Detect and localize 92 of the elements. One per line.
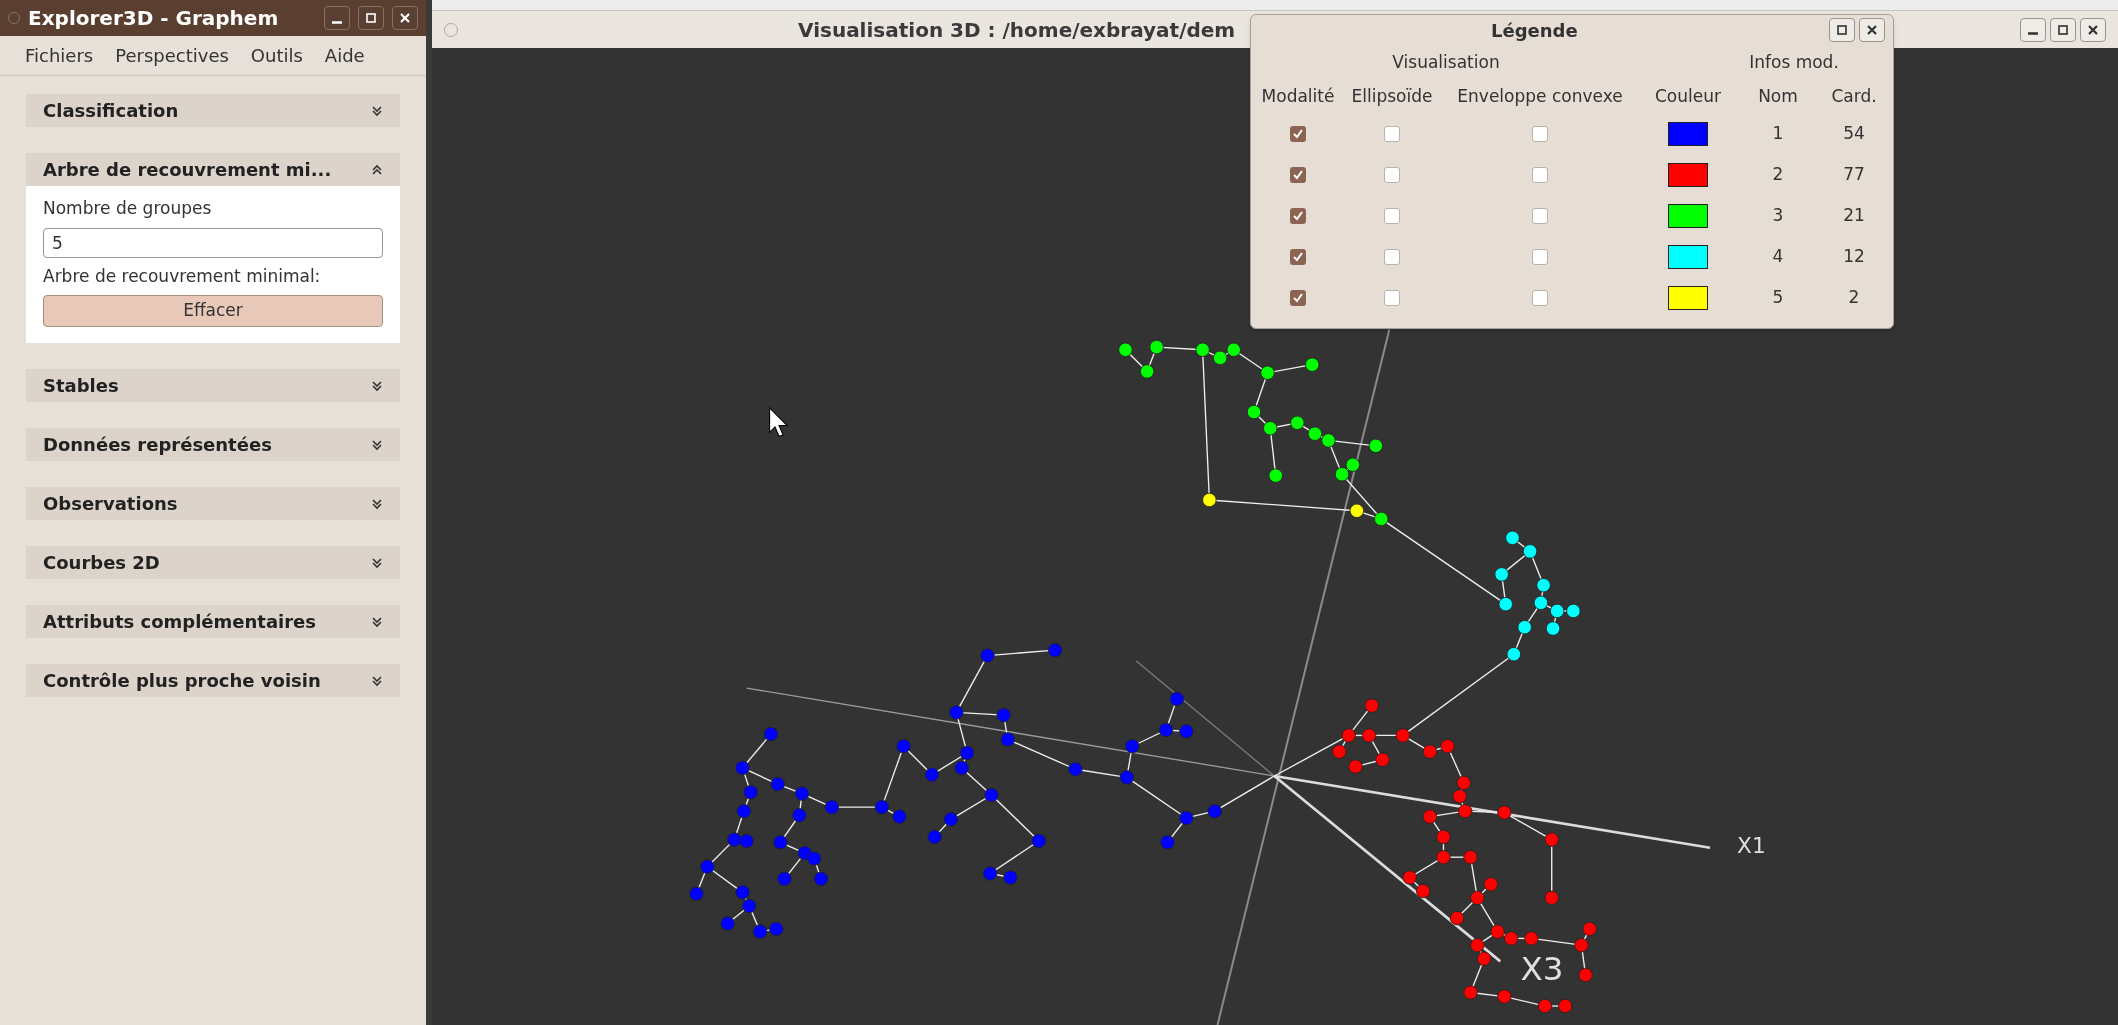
checkbox[interactable] bbox=[1290, 166, 1306, 183]
chevrons-up-icon bbox=[371, 163, 383, 176]
checkbox[interactable] bbox=[1384, 125, 1400, 142]
table-cell-text: 1 bbox=[1771, 121, 1785, 145]
chevrons-down-icon bbox=[371, 615, 383, 628]
minimize-button[interactable] bbox=[324, 6, 350, 30]
field-label: Nombre de groupes bbox=[43, 197, 213, 220]
checkbox[interactable] bbox=[1532, 207, 1548, 224]
checkbox[interactable] bbox=[1290, 248, 1306, 265]
menu-item[interactable]: Fichiers bbox=[25, 42, 94, 69]
table-cell-text: 5 bbox=[1771, 285, 1785, 309]
close-icon bbox=[2087, 23, 2099, 36]
section-header[interactable]: Contrôle plus proche voisin bbox=[26, 664, 400, 697]
minimize-icon bbox=[2028, 32, 2038, 35]
table-cell-text: 21 bbox=[1842, 203, 1866, 227]
table-cell-text: 4 bbox=[1771, 244, 1785, 268]
chevrons-down-icon bbox=[371, 556, 383, 569]
table-cell-text: 2 bbox=[1847, 285, 1861, 309]
chevrons-down-icon bbox=[371, 104, 383, 117]
axis-label: X1 bbox=[1737, 833, 1766, 859]
window-title: Explorer3D - Graphem bbox=[28, 5, 280, 32]
color-swatch[interactable] bbox=[1668, 244, 1708, 269]
column-header: Couleur bbox=[1654, 85, 1722, 108]
checkbox[interactable] bbox=[1384, 248, 1400, 265]
section-header[interactable]: Observations bbox=[26, 487, 400, 520]
close-icon bbox=[1866, 24, 1878, 36]
maximize-button[interactable] bbox=[1829, 18, 1855, 42]
section-title: Arbre de recouvrement mi... bbox=[43, 158, 332, 182]
chevrons-down-icon bbox=[371, 497, 383, 510]
color-swatch[interactable] bbox=[1668, 203, 1708, 228]
section-header[interactable]: Courbes 2D bbox=[26, 546, 400, 579]
section-title: Courbes 2D bbox=[43, 551, 160, 575]
color-swatch[interactable] bbox=[1668, 121, 1708, 146]
table-cell-text: 2 bbox=[1771, 162, 1785, 186]
table-cell-text: 12 bbox=[1842, 244, 1866, 268]
menu-item[interactable]: Aide bbox=[324, 42, 365, 69]
section-title: Attributs complémentaires bbox=[43, 610, 317, 634]
group-header: Infos mod. bbox=[1748, 51, 1840, 74]
chevrons-down-icon bbox=[371, 674, 383, 687]
checkbox[interactable] bbox=[1532, 289, 1548, 306]
table-cell-text: 54 bbox=[1842, 121, 1866, 145]
column-header: Ellipsoïde bbox=[1350, 85, 1434, 108]
checkbox[interactable] bbox=[1384, 207, 1400, 224]
chevrons-down-icon bbox=[371, 438, 383, 451]
maximize-icon bbox=[2057, 23, 2069, 36]
section-header[interactable]: Données représentées bbox=[26, 428, 400, 461]
section-title: Contrôle plus proche voisin bbox=[43, 669, 321, 693]
close-button[interactable] bbox=[1859, 18, 1885, 42]
section-header[interactable]: Stables bbox=[26, 369, 400, 402]
maximize-icon bbox=[1836, 24, 1848, 36]
chevrons-down-icon bbox=[371, 379, 383, 392]
color-swatch[interactable] bbox=[1668, 285, 1708, 310]
section-title: Observations bbox=[43, 492, 178, 516]
checkbox[interactable] bbox=[1384, 166, 1400, 183]
maximize-button[interactable] bbox=[358, 6, 384, 30]
maximize-button[interactable] bbox=[2050, 17, 2076, 42]
section-header[interactable]: Classification bbox=[26, 94, 400, 127]
section-title: Classification bbox=[43, 99, 179, 123]
minimize-icon bbox=[332, 20, 342, 24]
checkbox[interactable] bbox=[1290, 207, 1306, 224]
cursor-icon bbox=[769, 406, 789, 438]
column-header: Nom bbox=[1757, 85, 1799, 108]
minimize-button[interactable] bbox=[2020, 17, 2046, 42]
column-header: Card. bbox=[1830, 85, 1878, 108]
section-header[interactable]: Arbre de recouvrement mi... bbox=[26, 153, 400, 186]
window-title: Visualisation 3D : /home/exbrayat/dem bbox=[798, 16, 1236, 44]
column-header: Modalité bbox=[1260, 85, 1336, 108]
menu-item[interactable]: Perspectives bbox=[115, 42, 229, 69]
checkbox[interactable] bbox=[1532, 166, 1548, 183]
checkbox[interactable] bbox=[1532, 125, 1548, 142]
checkbox[interactable] bbox=[1290, 289, 1306, 306]
legend-title: Légende bbox=[1491, 18, 1578, 43]
section-title: Données représentées bbox=[43, 433, 272, 457]
checkbox[interactable] bbox=[1532, 248, 1548, 265]
menu-item[interactable]: Outils bbox=[250, 42, 303, 69]
close-button[interactable] bbox=[392, 6, 418, 30]
maximize-icon bbox=[365, 12, 377, 24]
caption-label: Arbre de recouvrement minimal: bbox=[43, 264, 322, 288]
close-button[interactable] bbox=[2080, 17, 2106, 42]
axis-label: X3 bbox=[1520, 950, 1564, 989]
table-cell-text: 77 bbox=[1842, 162, 1866, 186]
clear-button[interactable]: Effacer bbox=[43, 295, 383, 327]
section-header[interactable]: Attributs complémentaires bbox=[26, 605, 400, 638]
table-cell-text: 3 bbox=[1771, 203, 1785, 227]
section-title: Stables bbox=[43, 374, 119, 398]
column-header: Enveloppe convexe bbox=[1456, 85, 1624, 108]
group-header: Visualisation bbox=[1391, 51, 1501, 74]
checkbox[interactable] bbox=[1290, 125, 1306, 142]
checkbox[interactable] bbox=[1384, 289, 1400, 306]
color-swatch[interactable] bbox=[1668, 162, 1708, 187]
close-icon bbox=[399, 12, 411, 24]
groups-input-field[interactable]: 5 bbox=[43, 227, 383, 258]
